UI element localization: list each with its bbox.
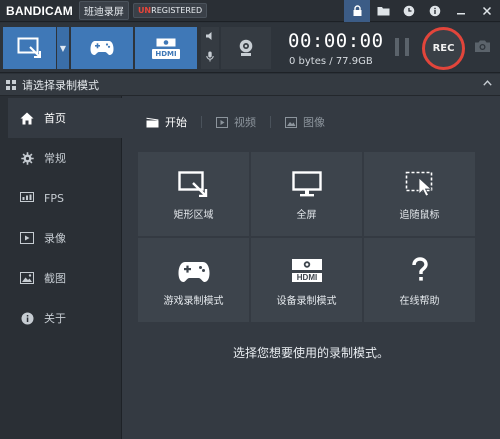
hdmi-label: HDMI (152, 48, 180, 59)
tile-label: 全屏 (296, 210, 317, 221)
tile-follow-mouse[interactable]: 追随鼠标 (364, 152, 475, 236)
audio-controls (201, 27, 219, 69)
sidebar-item-screenshot[interactable]: 截图 (8, 258, 122, 298)
game-mode-button[interactable] (71, 27, 133, 69)
info-icon[interactable] (422, 0, 448, 22)
sidebar-item-general[interactable]: 常规 (8, 138, 122, 178)
main-panel: 开始 视频 图像 矩形区域 全屏 追随鼠标 游戏录制模式 HDMI 设备录制模式… (122, 96, 500, 439)
microphone-icon[interactable] (206, 51, 214, 65)
sidebar-item-label: 常规 (44, 152, 66, 165)
info-icon (18, 312, 36, 325)
collapse-chevron-icon[interactable] (483, 78, 492, 89)
pause-bar (405, 38, 409, 56)
hdmi-device-icon (156, 38, 176, 46)
pause-bar (395, 38, 399, 56)
video-icon (216, 116, 228, 128)
section-header: 请选择录制模式 (0, 74, 500, 96)
mode-dropdown-button[interactable]: ▼ (57, 27, 69, 69)
tab-start[interactable]: 开始 (146, 114, 187, 130)
lock-icon[interactable] (344, 0, 370, 22)
tab-divider (270, 116, 271, 128)
app-logo: BANDICAM (6, 3, 73, 18)
tile-game-mode[interactable]: 游戏录制模式 (138, 238, 249, 322)
rectangle-mode-button[interactable] (3, 27, 56, 69)
title-bar: BANDICAM 班迪录屏 UNREGISTERED (0, 0, 500, 22)
tab-label: 视频 (234, 116, 256, 129)
sidebar-item-video[interactable]: 录像 (8, 218, 122, 258)
pause-button[interactable] (395, 38, 409, 56)
grid-icon (6, 79, 16, 90)
brand-name-badge: 班迪录屏 (78, 1, 129, 20)
gear-icon (18, 151, 36, 165)
minimize-icon[interactable] (448, 0, 474, 22)
hdmi-mode-button[interactable]: HDMI (135, 27, 197, 69)
tab-divider (201, 116, 202, 128)
tile-label: 游戏录制模式 (163, 296, 224, 307)
follow-mouse-icon (405, 167, 435, 197)
sidebar-item-label: 首页 (44, 112, 66, 125)
sidebar-item-home[interactable]: 首页 (0, 98, 122, 138)
speaker-icon[interactable] (205, 31, 215, 44)
tile-device-mode[interactable]: HDMI 设备录制模式 (251, 238, 362, 322)
fps-icon (18, 192, 36, 204)
tab-bar: 开始 视频 图像 (146, 114, 339, 130)
gamepad-icon (90, 41, 114, 55)
mode-tiles: 矩形区域 全屏 追随鼠标 游戏录制模式 HDMI 设备录制模式 在线帮助 (138, 152, 475, 322)
tile-label: 在线帮助 (399, 296, 440, 307)
question-icon (410, 253, 430, 283)
chevron-down-icon: ▼ (59, 43, 67, 53)
recording-timer: 00:00:00 (288, 30, 384, 52)
gamepad-icon (178, 253, 210, 283)
hdmi-device-icon: HDMI (291, 253, 323, 283)
sidebar-item-label: 关于 (44, 312, 66, 325)
rec-label: REC (432, 43, 455, 54)
sidebar-item-label: 截图 (44, 272, 66, 285)
tile-label: 设备录制模式 (276, 296, 337, 307)
file-size-readout: 0 bytes / 77.9GB (289, 56, 373, 67)
rectangle-mode-icon (17, 37, 41, 58)
section-title: 请选择录制模式 (22, 78, 99, 92)
home-icon (18, 112, 36, 125)
unregistered-rest: REGISTERED (151, 6, 203, 15)
sidebar: 首页 常规 FPS 录像 截图 关于 (0, 96, 122, 439)
folder-icon[interactable] (370, 0, 396, 22)
webcam-icon (239, 39, 253, 56)
sidebar-item-about[interactable]: 关于 (8, 298, 122, 338)
tile-fullscreen[interactable]: 全屏 (251, 152, 362, 236)
tab-label: 图像 (303, 116, 325, 129)
clock-icon[interactable] (396, 0, 422, 22)
sidebar-item-label: FPS (44, 191, 64, 205)
tile-label: 追随鼠标 (399, 210, 440, 221)
rec-button[interactable]: REC (422, 27, 465, 70)
monitor-icon (291, 167, 322, 197)
tile-rectangle-area[interactable]: 矩形区域 (138, 152, 249, 236)
video-icon (18, 232, 36, 244)
unregistered-badge[interactable]: UNREGISTERED (132, 3, 208, 18)
sidebar-item-fps[interactable]: FPS (8, 178, 122, 218)
tab-label: 开始 (165, 116, 187, 129)
mode-hint-text: 选择您想要使用的录制模式。 (232, 346, 389, 360)
toolbar: ▼ HDMI 00:00:00 0 bytes / 77.9GB REC (0, 23, 500, 73)
clapperboard-icon (146, 117, 159, 128)
rectangle-area-icon (177, 167, 210, 197)
webcam-button[interactable] (221, 27, 271, 69)
screenshot-camera-icon[interactable] (474, 39, 491, 56)
image-icon (18, 272, 36, 284)
title-bar-controls (344, 0, 500, 22)
tile-online-help[interactable]: 在线帮助 (364, 238, 475, 322)
close-icon[interactable] (474, 0, 500, 22)
svg-text:HDMI: HDMI (296, 273, 316, 282)
unregistered-prefix: UN (137, 6, 152, 15)
image-icon (285, 116, 297, 128)
tile-label: 矩形区域 (173, 210, 214, 221)
tab-video[interactable]: 视频 (216, 114, 256, 130)
tab-image[interactable]: 图像 (285, 114, 325, 130)
sidebar-item-label: 录像 (44, 232, 66, 245)
